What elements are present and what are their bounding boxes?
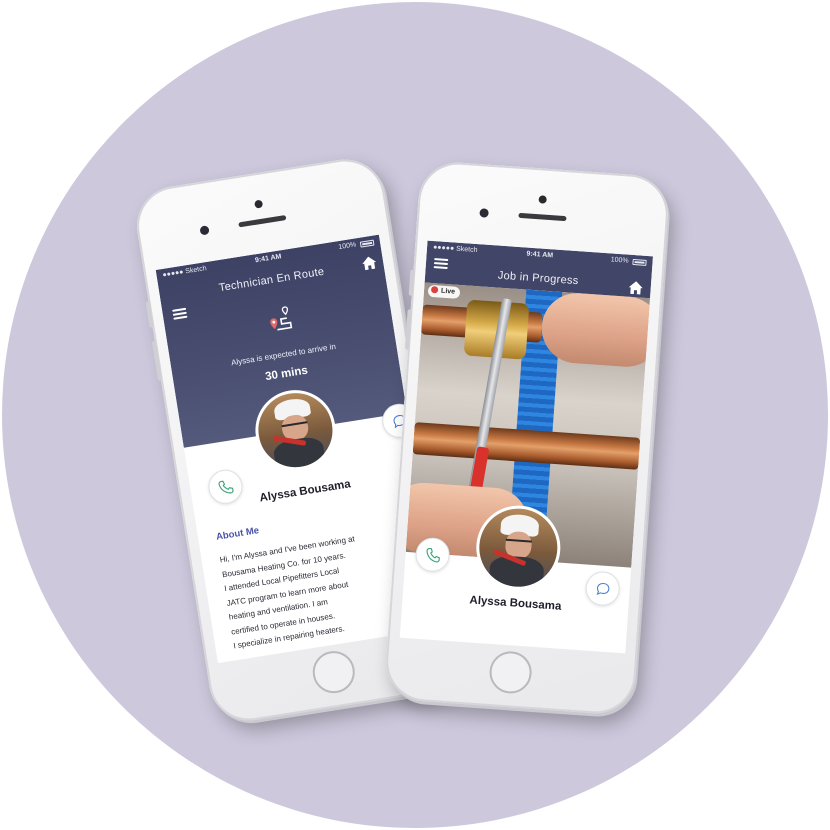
live-label: Live [440, 287, 456, 296]
home-button[interactable] [309, 648, 358, 697]
phone-job-in-progress: ●●●●● Sketch 9:41 AM 100% Job in Progres… [383, 159, 671, 717]
about-me-heading: About Me [215, 525, 260, 543]
message-button[interactable] [584, 570, 621, 607]
camera-dot [538, 195, 547, 204]
battery-percent: 100% [337, 241, 357, 252]
chat-icon [596, 582, 610, 596]
front-camera [199, 225, 210, 236]
phone-icon [426, 548, 440, 563]
screen-job-in-progress: ●●●●● Sketch 9:41 AM 100% Job in Progres… [399, 240, 653, 654]
earpiece [518, 212, 567, 222]
battery-percent: 100% [610, 256, 629, 265]
live-badge: Live [427, 284, 461, 299]
route-pin-icon [263, 305, 295, 335]
earpiece [238, 215, 287, 228]
phone-icon [218, 480, 234, 494]
home-icon[interactable] [628, 281, 643, 295]
live-dot-icon [430, 285, 439, 294]
home-button[interactable] [488, 650, 534, 695]
front-camera [479, 208, 489, 218]
camera-dot [254, 199, 264, 209]
mute-switch [408, 269, 415, 296]
battery-icon [632, 258, 647, 266]
